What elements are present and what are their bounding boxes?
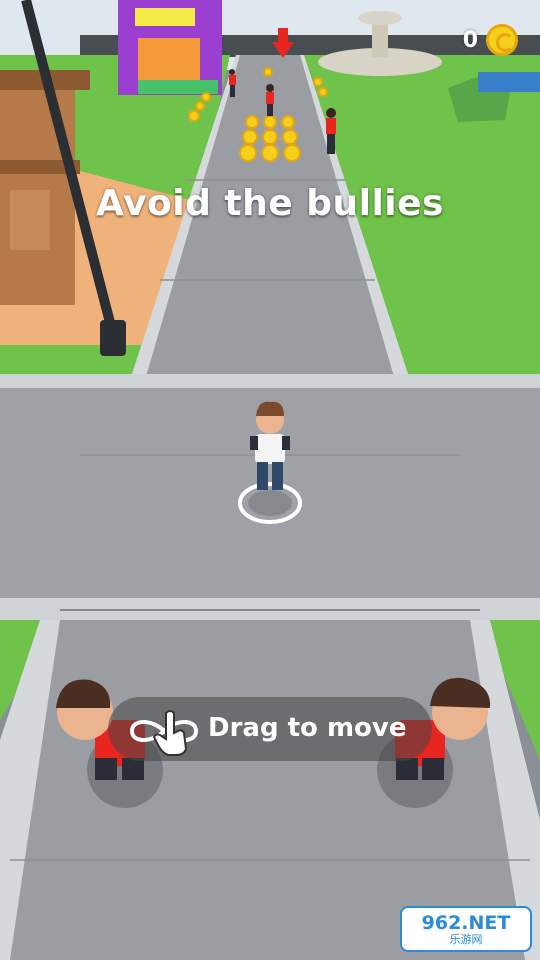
- coin-icon: [486, 24, 518, 56]
- coin: [263, 115, 277, 129]
- coin: [263, 67, 273, 77]
- coin: [283, 144, 301, 162]
- bouncy-castle: [118, 0, 222, 95]
- coin: [281, 115, 295, 129]
- watermark-name: 乐游网: [449, 932, 483, 946]
- drag-hint-label: Drag to move: [208, 713, 407, 743]
- coin: [245, 115, 259, 129]
- pool: [478, 72, 540, 92]
- coin: [201, 92, 211, 102]
- coin: [282, 129, 298, 145]
- coin: [261, 144, 279, 162]
- coin-count: 0: [462, 27, 478, 53]
- watermark-logo: 962.NET: [421, 911, 511, 934]
- site-watermark: 962.NET 乐游网: [400, 906, 532, 952]
- coin: [262, 129, 278, 145]
- coin: [188, 110, 200, 122]
- bully-distant: [266, 84, 274, 116]
- coin: [239, 144, 257, 162]
- bully-distant: [326, 108, 336, 154]
- tutorial-instruction: Avoid the bullies: [96, 183, 444, 224]
- cross-curb-top: [0, 374, 540, 388]
- coin: [242, 129, 258, 145]
- coin: [195, 101, 205, 111]
- coin: [313, 77, 323, 87]
- coin-counter: 0: [463, 24, 518, 56]
- coin: [318, 87, 328, 97]
- drag-hint-panel[interactable]: Drag to move: [108, 697, 432, 761]
- game-scene[interactable]: [0, 0, 540, 960]
- tap-hand-icon: [129, 710, 199, 756]
